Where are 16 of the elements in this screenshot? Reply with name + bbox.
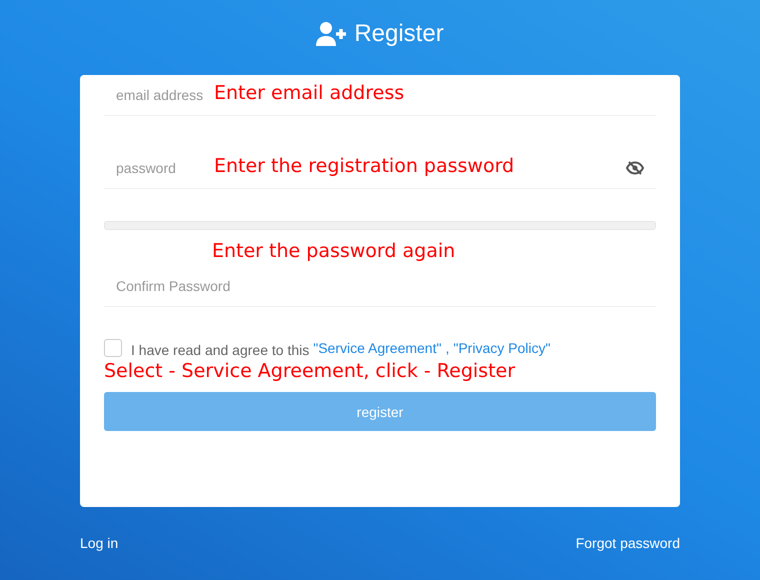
separator-text: , <box>445 340 450 356</box>
privacy-policy-link[interactable]: "Privacy Policy" <box>453 340 550 356</box>
page-title: Register <box>354 20 444 48</box>
login-link[interactable]: Log in <box>80 535 118 551</box>
agreement-text: I have read and agree to this <box>131 342 310 358</box>
confirm-password-field[interactable]: Confirm Password <box>104 278 656 294</box>
add-user-icon <box>316 22 348 46</box>
annotation-text: Enter email address <box>214 82 404 104</box>
agreement-checkbox[interactable] <box>104 339 122 357</box>
password-field[interactable]: password <box>116 160 179 176</box>
annotation-text: Enter the registration password <box>214 155 514 177</box>
service-agreement-link[interactable]: "Service Agreement" <box>313 340 442 356</box>
annotation-text: Enter the password again <box>212 240 456 264</box>
annotation-text: Select - Service Agreement, click - Register <box>104 360 516 384</box>
forgot-password-link[interactable]: Forgot password <box>576 535 680 551</box>
eye-slash-icon[interactable] <box>626 161 644 175</box>
